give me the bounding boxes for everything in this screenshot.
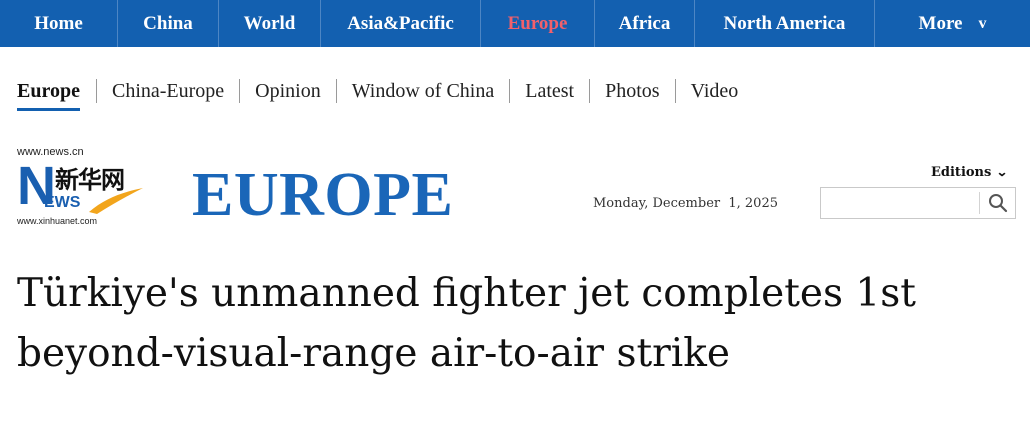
nav-world[interactable]: World [219,0,321,47]
nav-asia-pacific[interactable]: Asia&Pacific [321,0,481,47]
chevron-down-icon: v [978,14,987,32]
nav-north-america[interactable]: North America [695,0,875,47]
subnav-window-of-china[interactable]: Window of China [335,79,510,103]
nav-asia-pacific-label: Asia&Pacific [347,12,454,34]
nav-home[interactable]: Home [0,0,118,47]
nav-china[interactable]: China [118,0,219,47]
subnav-latest[interactable]: Latest [509,79,589,103]
nav-africa-label: Africa [618,12,671,34]
nav-more[interactable]: More v [875,0,1030,47]
nav-china-label: China [143,12,193,34]
current-date: Monday, December 1, 2025 [593,196,778,211]
subnav-photos[interactable]: Photos [589,79,674,103]
search-button[interactable] [980,188,1016,218]
nav-africa[interactable]: Africa [595,0,695,47]
nav-more-label: More [918,12,963,34]
logo-ews: EWS [44,194,81,211]
chevron-down-icon: ⌄ [996,165,1009,179]
nav-europe[interactable]: Europe [481,0,595,47]
nav-world-label: World [243,12,296,34]
subnav-europe[interactable]: Europe [17,79,96,111]
sub-navigation: Europe China-Europe Opinion Window of Ch… [17,78,754,111]
section-title: EUROPE [192,161,454,229]
editions-dropdown[interactable]: Editions ⌄ [931,165,1009,180]
nav-europe-label: Europe [507,12,568,34]
search-input[interactable] [821,188,979,218]
logo-url-bottom: www.xinhuanet.com [17,216,98,226]
subnav-china-europe[interactable]: China-Europe [95,79,239,103]
search-icon [989,194,1008,213]
nav-north-america-label: North America [723,12,846,34]
logo-swoosh-icon [89,188,143,214]
top-navigation: Home China World Asia&Pacific Europe Afr… [0,0,1030,47]
editions-label: Editions [931,165,992,180]
nav-home-label: Home [34,12,83,34]
xinhua-logo[interactable]: www.news.cn N 新华网 EWS www.xinhuanet.com [17,146,147,228]
article-headline: Türkiye's unmanned fighter jet completes… [17,271,916,376]
subnav-opinion[interactable]: Opinion [239,79,336,103]
subnav-video[interactable]: Video [674,79,754,103]
search-box [820,187,1016,219]
